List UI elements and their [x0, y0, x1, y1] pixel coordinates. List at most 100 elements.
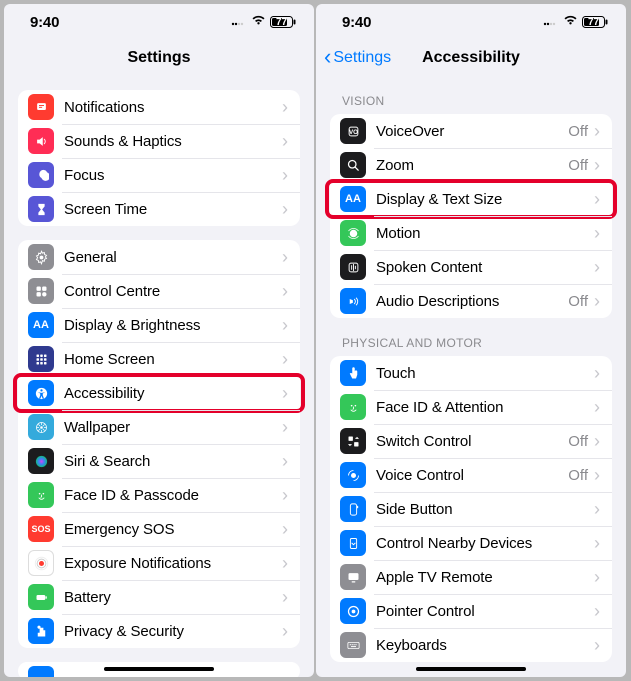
- display-icon: AA: [28, 312, 54, 338]
- chevron-right-icon: ›: [282, 282, 288, 300]
- row-motion[interactable]: Motion›: [330, 216, 612, 250]
- row-value: Off: [568, 433, 588, 450]
- row-value: Off: [568, 467, 588, 484]
- chevron-right-icon: ›: [282, 166, 288, 184]
- row-wallpaper[interactable]: Wallpaper›: [18, 410, 300, 444]
- row-touch[interactable]: Touch›: [330, 356, 612, 390]
- siri-icon: [28, 448, 54, 474]
- chevron-right-icon: ›: [282, 588, 288, 606]
- row-label: Screen Time: [64, 201, 282, 218]
- row-battery[interactable]: Battery›: [18, 580, 300, 614]
- home-indicator[interactable]: [416, 667, 526, 671]
- row-appletv[interactable]: Apple TV Remote›: [330, 560, 612, 594]
- chevron-right-icon: ›: [594, 292, 600, 310]
- section-header: VISION: [330, 76, 612, 114]
- row-label: Face ID & Passcode: [64, 487, 282, 504]
- cellular-icon: [231, 13, 247, 31]
- row-homescreen[interactable]: Home Screen›: [18, 342, 300, 376]
- row-label: Audio Descriptions: [376, 293, 568, 310]
- row-sos[interactable]: SOSEmergency SOS›: [18, 512, 300, 546]
- row-nearby[interactable]: Control Nearby Devices›: [330, 526, 612, 560]
- chevron-right-icon: ›: [282, 350, 288, 368]
- status-time: 9:40: [342, 14, 371, 31]
- pointer-icon: [340, 598, 366, 624]
- row-label: Spoken Content: [376, 259, 594, 276]
- chevron-right-icon: ›: [594, 122, 600, 140]
- row-voiceover[interactable]: VOVoiceOverOff›: [330, 114, 612, 148]
- row-notifications[interactable]: Notifications›: [18, 90, 300, 124]
- nearby-icon: [340, 530, 366, 556]
- row-audiodesc[interactable]: Audio DescriptionsOff›: [330, 284, 612, 318]
- row-label: VoiceOver: [376, 123, 568, 140]
- sidebutton-icon: [340, 496, 366, 522]
- chevron-right-icon: ›: [282, 248, 288, 266]
- row-sounds[interactable]: Sounds & Haptics›: [18, 124, 300, 158]
- wallpaper-icon: [28, 414, 54, 440]
- chevron-right-icon: ›: [594, 190, 600, 208]
- row-displaytext[interactable]: AA Display & Text Size›: [330, 182, 612, 216]
- row-focus[interactable]: Focus›: [18, 158, 300, 192]
- stage: 9:40 77 Settings Notifications›Sounds & …: [0, 0, 631, 681]
- settings-group: VOVoiceOverOff›ZoomOff›AADisplay & Text …: [330, 114, 612, 318]
- row-label: Keyboards: [376, 637, 594, 654]
- status-icons: 77: [543, 13, 608, 31]
- notifications-icon: [28, 94, 54, 120]
- row-keyboards[interactable]: Keyboards›: [330, 628, 612, 662]
- battery-text: 77: [582, 17, 605, 28]
- chevron-right-icon: ›: [282, 520, 288, 538]
- spoken-icon: [340, 254, 366, 280]
- appstore-icon: [28, 666, 54, 677]
- controlcentre-icon: [28, 278, 54, 304]
- chevron-right-icon: ›: [282, 384, 288, 402]
- chevron-right-icon: ›: [282, 486, 288, 504]
- row-screentime[interactable]: Screen Time›: [18, 192, 300, 226]
- chevron-right-icon: ›: [594, 602, 600, 620]
- accessibility-icon: [28, 380, 54, 406]
- row-label: Focus: [64, 167, 282, 184]
- phone-right: 9:40 77 ‹ Settings Accessibility VISIONV…: [316, 4, 626, 677]
- row-general[interactable]: General›: [18, 240, 300, 274]
- privacy-icon: [28, 618, 54, 644]
- row-label: Notifications: [64, 99, 282, 116]
- page-title: Settings: [4, 49, 314, 67]
- chevron-right-icon: ›: [594, 156, 600, 174]
- chevron-right-icon: ›: [594, 500, 600, 518]
- row-controlcentre[interactable]: Control Centre›: [18, 274, 300, 308]
- row-value: Off: [568, 157, 588, 174]
- chevron-right-icon: ›: [594, 534, 600, 552]
- motion-icon: [340, 220, 366, 246]
- row-label: Wallpaper: [64, 419, 282, 436]
- row-zoom[interactable]: ZoomOff›: [330, 148, 612, 182]
- row-switchctrl[interactable]: Switch ControlOff›: [330, 424, 612, 458]
- chevron-right-icon: ›: [282, 200, 288, 218]
- row-privacy[interactable]: Privacy & Security›: [18, 614, 300, 648]
- settings-list[interactable]: Notifications›Sounds & Haptics›Focus›Scr…: [4, 76, 314, 677]
- row-pointer[interactable]: Pointer Control›: [330, 594, 612, 628]
- accessibility-list[interactable]: VISIONVOVoiceOverOff›ZoomOff›AADisplay &…: [316, 76, 626, 677]
- settings-group: Notifications›Sounds & Haptics›Focus›Scr…: [18, 90, 300, 226]
- home-indicator[interactable]: [104, 667, 214, 671]
- chevron-right-icon: ›: [282, 622, 288, 640]
- status-bar: 9:40 77: [316, 4, 626, 40]
- displaytext-icon: AA: [340, 186, 366, 212]
- row-sidebutton[interactable]: Side Button›: [330, 492, 612, 526]
- row-label: Motion: [376, 225, 594, 242]
- row-label: Accessibility: [64, 385, 282, 402]
- row-exposure[interactable]: Exposure Notifications›: [18, 546, 300, 580]
- row-siri[interactable]: Siri & Search›: [18, 444, 300, 478]
- row-accessibility[interactable]: Accessibility›: [18, 376, 300, 410]
- row-faceid[interactable]: Face ID & Passcode›: [18, 478, 300, 512]
- battery-text: 77: [270, 17, 293, 28]
- row-faceidatt[interactable]: Face ID & Attention›: [330, 390, 612, 424]
- row-display[interactable]: AADisplay & Brightness›: [18, 308, 300, 342]
- row-label: Display & Text Size: [376, 191, 594, 208]
- appletv-icon: [340, 564, 366, 590]
- row-label: Exposure Notifications: [64, 555, 282, 572]
- chevron-right-icon: ›: [594, 398, 600, 416]
- row-voicectrl[interactable]: Voice ControlOff›: [330, 458, 612, 492]
- voiceover-icon: VO: [340, 118, 366, 144]
- row-label: Face ID & Attention: [376, 399, 594, 416]
- touch-icon: [340, 360, 366, 386]
- row-spoken[interactable]: Spoken Content›: [330, 250, 612, 284]
- chevron-right-icon: ›: [594, 258, 600, 276]
